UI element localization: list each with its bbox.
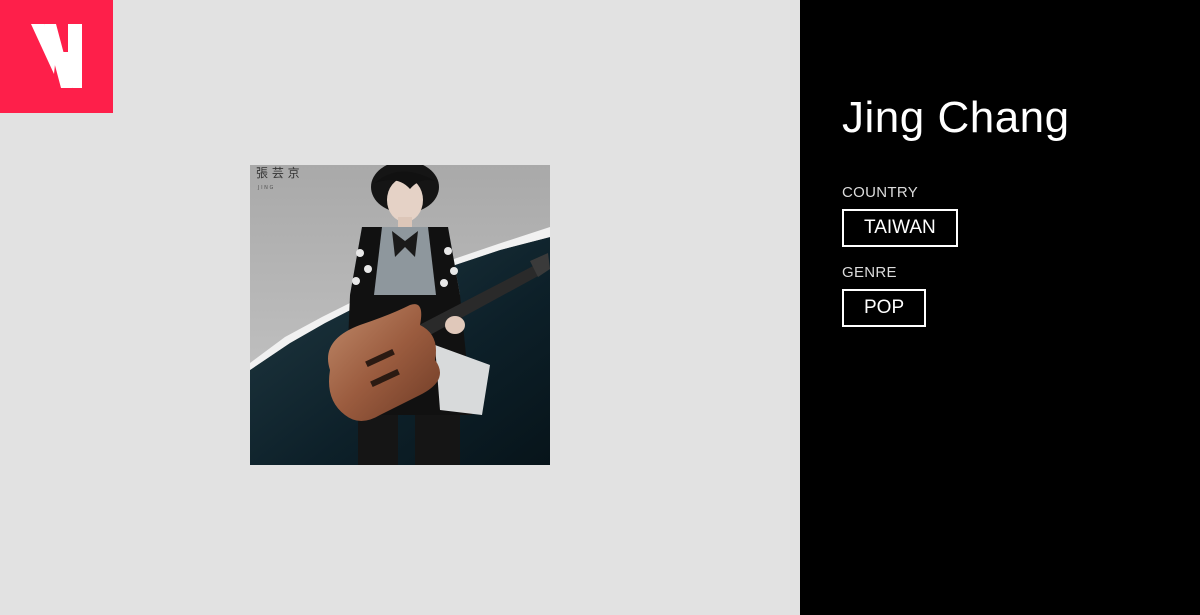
country-label: COUNTRY bbox=[842, 184, 918, 201]
v-logo-icon bbox=[31, 24, 82, 88]
cover-title: 張 芸 京 bbox=[256, 166, 300, 180]
album-cover-art: 張 芸 京 J I N G bbox=[250, 165, 550, 465]
country-tag[interactable]: TAIWAN bbox=[842, 209, 958, 247]
genre-label: GENRE bbox=[842, 264, 897, 281]
cover-subtitle: J I N G bbox=[257, 185, 273, 191]
genre-tag[interactable]: POP bbox=[842, 289, 927, 327]
artist-page: 張 芸 京 J I N G Jing Chang COUNTRY TAIWAN … bbox=[0, 0, 1200, 615]
artist-name: Jing Chang bbox=[842, 93, 1070, 142]
site-logo[interactable] bbox=[0, 0, 113, 113]
media-pane: 張 芸 京 J I N G bbox=[0, 0, 800, 615]
artist-info-panel: Jing Chang COUNTRY TAIWAN GENRE POP bbox=[800, 0, 1200, 615]
album-cover: 張 芸 京 J I N G bbox=[250, 165, 550, 465]
